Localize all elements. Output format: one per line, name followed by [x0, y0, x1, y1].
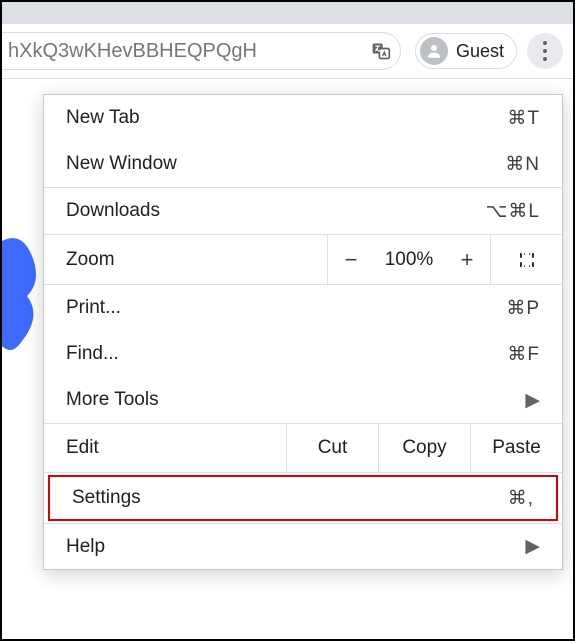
page-content: New Tab ⌘T New Window ⌘N Downloads ⌥⌘L Z… [2, 81, 573, 639]
dots-icon [543, 41, 547, 45]
zoom-out-button[interactable]: − [328, 247, 374, 273]
menu-shortcut: ⌘N [505, 153, 540, 176]
menu-shortcut: ⌘T [507, 107, 540, 130]
menu-item-downloads[interactable]: Downloads ⌥⌘L [44, 188, 562, 234]
menu-item-more-tools[interactable]: More Tools ▶ [44, 377, 562, 423]
zoom-label: Zoom [44, 235, 328, 284]
fullscreen-button[interactable] [490, 235, 562, 284]
menu-item-settings[interactable]: Settings ⌘, [48, 475, 558, 521]
menu-item-new-window[interactable]: New Window ⌘N [44, 141, 562, 187]
edit-paste-button[interactable]: Paste [470, 424, 562, 472]
menu-shortcut: ⌥⌘L [486, 200, 540, 223]
tab-strip [2, 2, 573, 24]
menu-item-find[interactable]: Find... ⌘F [44, 331, 562, 377]
menu-label: Settings [72, 487, 508, 509]
menu-shortcut: ⌘, [508, 487, 534, 510]
page-illustration [2, 231, 42, 351]
menu-label: Help [66, 536, 525, 558]
zoom-level: 100% [374, 249, 444, 271]
profile-label: Guest [456, 41, 504, 62]
profile-chip[interactable]: Guest [415, 33, 517, 69]
submenu-arrow-icon: ▶ [525, 389, 540, 412]
submenu-arrow-icon: ▶ [525, 535, 540, 558]
menu-item-zoom: Zoom − 100% + [44, 234, 562, 284]
menu-label: Find... [66, 343, 507, 365]
edit-copy-button[interactable]: Copy [378, 424, 470, 472]
translate-icon[interactable] [367, 37, 395, 65]
address-bar[interactable]: hXkQ3wKHevBBHEQPQgH [2, 32, 401, 70]
menu-label: More Tools [66, 389, 525, 411]
menu-label: Downloads [66, 200, 486, 222]
menu-item-help[interactable]: Help ▶ [44, 523, 562, 569]
browser-toolbar: hXkQ3wKHevBBHEQPQgH Guest [2, 24, 573, 79]
fullscreen-icon [518, 251, 536, 269]
menu-item-print[interactable]: Print... ⌘P [44, 285, 562, 331]
menu-button[interactable] [527, 33, 563, 69]
chrome-menu: New Tab ⌘T New Window ⌘N Downloads ⌥⌘L Z… [43, 94, 563, 570]
menu-label: New Window [66, 153, 505, 175]
edit-label: Edit [44, 424, 286, 472]
menu-item-new-tab[interactable]: New Tab ⌘T [44, 95, 562, 141]
url-text: hXkQ3wKHevBBHEQPQgH [8, 40, 367, 63]
menu-shortcut: ⌘P [506, 297, 540, 320]
avatar-icon [420, 37, 448, 65]
menu-label: Print... [66, 297, 506, 319]
zoom-in-button[interactable]: + [444, 247, 490, 273]
edit-cut-button[interactable]: Cut [286, 424, 378, 472]
menu-item-edit: Edit Cut Copy Paste [44, 423, 562, 473]
menu-label: New Tab [66, 107, 507, 129]
menu-shortcut: ⌘F [507, 343, 540, 366]
